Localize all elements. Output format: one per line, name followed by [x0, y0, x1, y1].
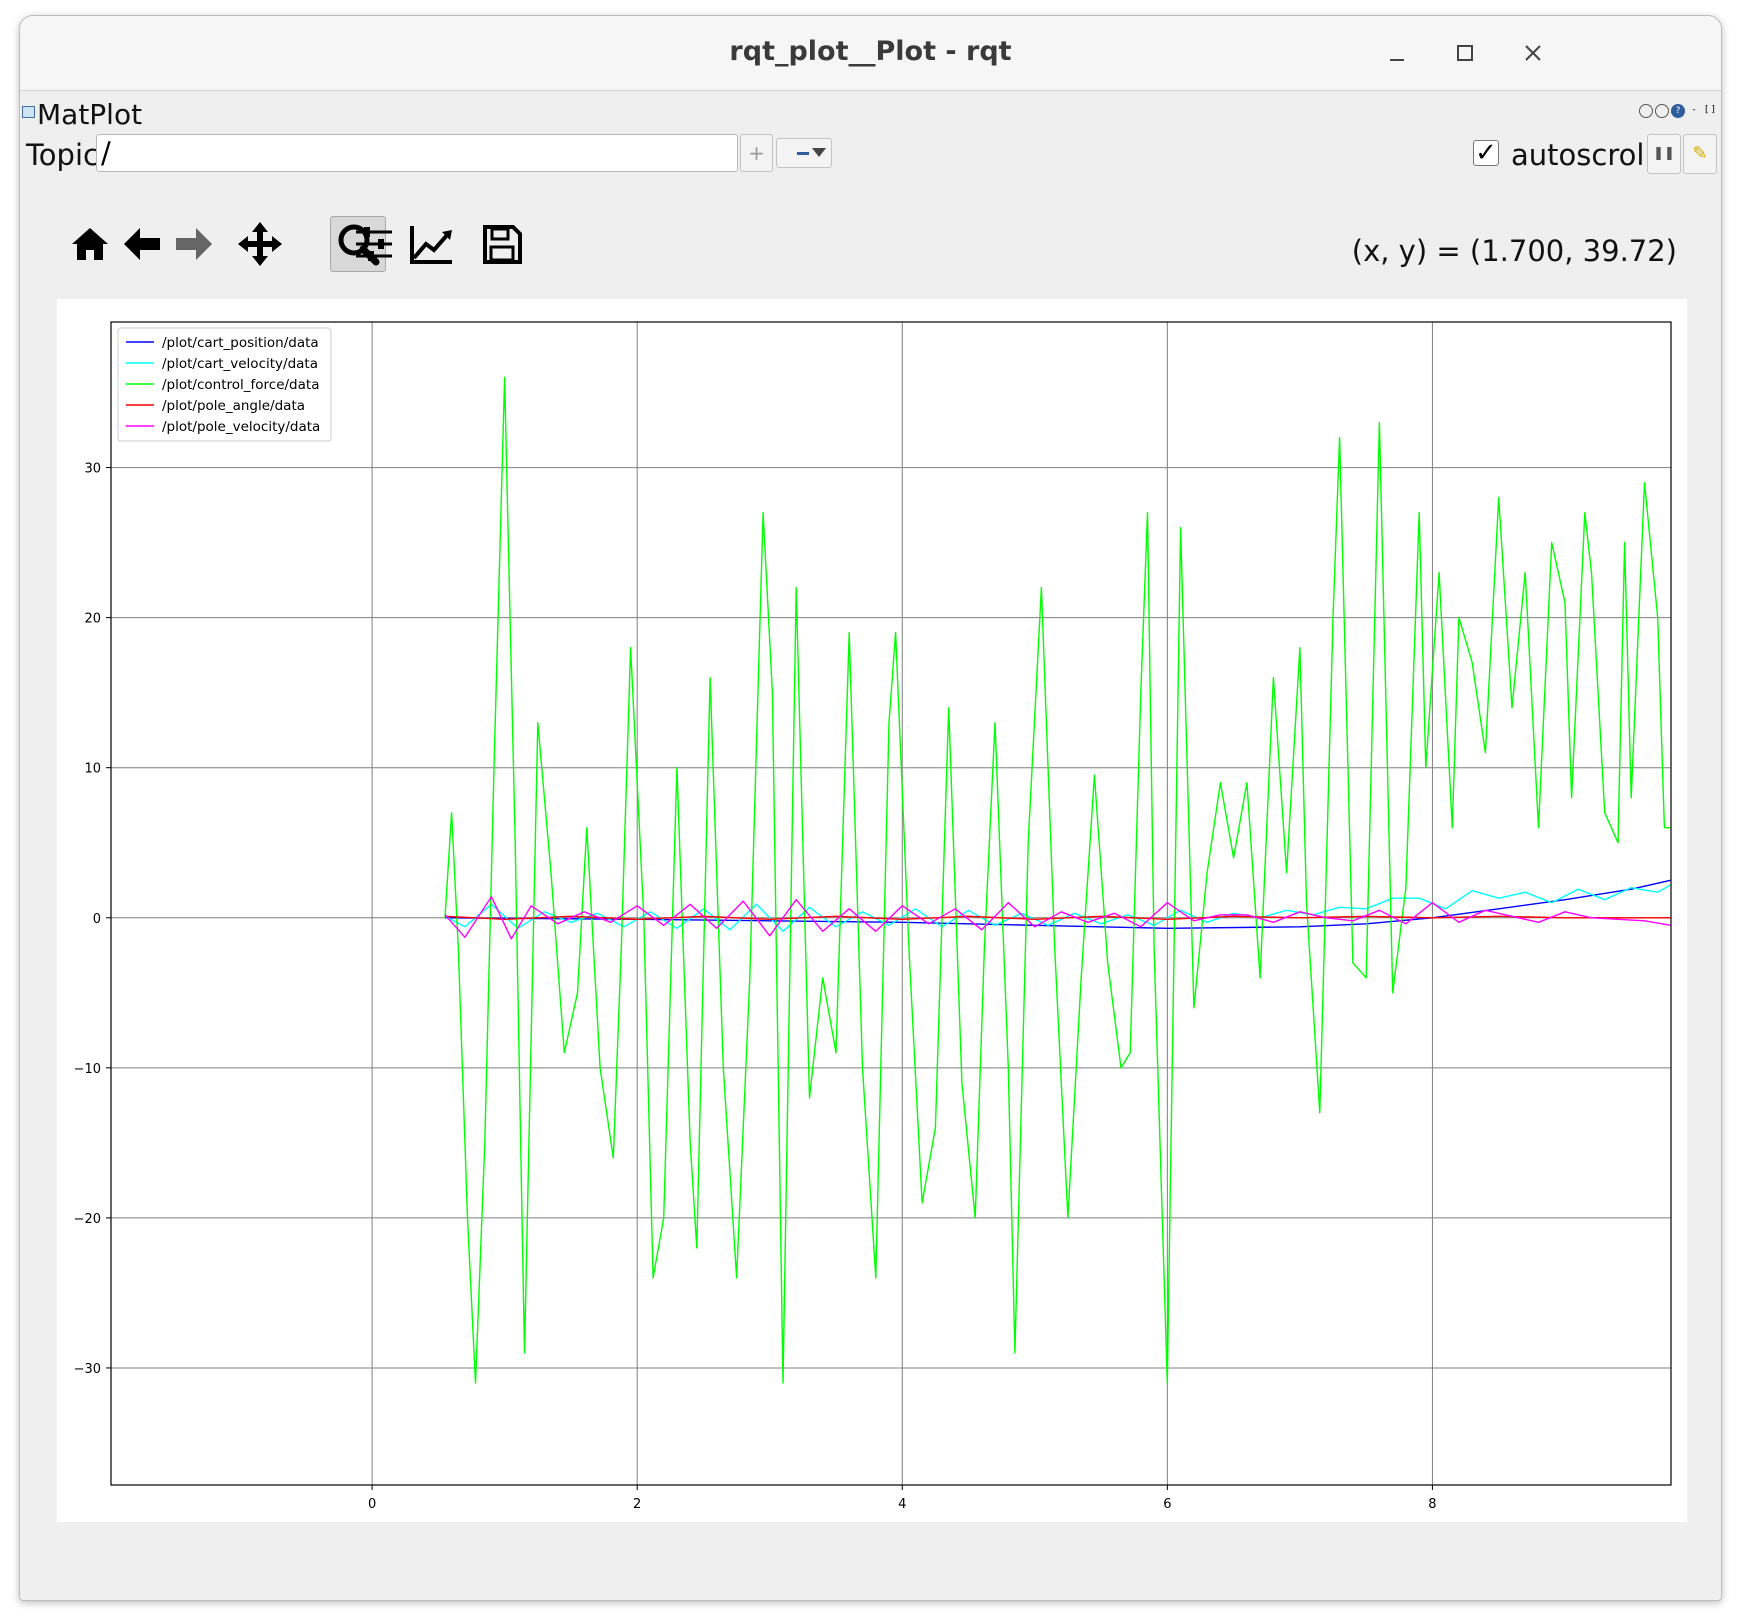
maximize-icon[interactable] — [1450, 38, 1480, 68]
rqt-window: rqt_plot__Plot - rqt MatPlot ? - [ ] Top… — [19, 15, 1722, 1601]
legend-label: /plot/pole_velocity/data — [162, 419, 320, 435]
y-tick-label: −20 — [74, 1212, 101, 1227]
y-tick-label: 0 — [93, 912, 101, 927]
pan-icon[interactable] — [232, 216, 288, 272]
legend-label: /plot/pole_angle/data — [162, 398, 305, 414]
home-icon[interactable] — [62, 216, 118, 272]
minimize-icon[interactable] — [1382, 38, 1412, 68]
forward-icon[interactable] — [166, 216, 222, 272]
x-tick-label: 0 — [368, 1497, 376, 1512]
x-tick-label: 2 — [633, 1497, 641, 1512]
gear-icon[interactable] — [1655, 104, 1669, 118]
autoscroll-label: autoscroll — [1511, 138, 1653, 172]
add-topic-button[interactable]: + — [740, 134, 773, 172]
x-tick-label: 8 — [1428, 1497, 1436, 1512]
pause-icon: ❚❚ — [1653, 146, 1675, 161]
dock-icon[interactable] — [1639, 104, 1653, 118]
x-tick-label: 4 — [898, 1497, 906, 1512]
plot-canvas[interactable]: 0 2 4 6 8 −30 −20 −10 0 10 20 30 /plot/cart_positio… — [57, 299, 1687, 1522]
broom-icon: ✎ — [1692, 143, 1708, 164]
save-icon[interactable] — [474, 216, 530, 272]
help-icon[interactable]: ? — [1671, 104, 1685, 118]
y-tick-label: −10 — [74, 1062, 101, 1077]
legend-label: /plot/control_force/data — [162, 377, 319, 393]
edit-axes-icon[interactable] — [404, 216, 460, 272]
remove-topic-dropdown[interactable] — [776, 138, 832, 168]
clear-button[interactable]: ✎ — [1683, 134, 1717, 174]
pause-button[interactable]: ❚❚ — [1647, 134, 1681, 174]
grid-layer — [111, 322, 1671, 1485]
series-line-1 — [444, 884, 1672, 932]
y-tick-label: 10 — [84, 762, 101, 777]
plugin-header: MatPlot ? - [ ] — [20, 96, 1721, 131]
tick-layer: 0 2 4 6 8 −30 −20 −10 0 10 20 30 — [74, 462, 1437, 1512]
series-layer — [444, 376, 1672, 1384]
axes-frame — [110, 321, 1672, 1486]
plus-icon: + — [748, 141, 765, 165]
undock-icon[interactable]: - — [1687, 104, 1701, 118]
topic-label: Topic — [26, 138, 99, 172]
line-chart[interactable]: 0 2 4 6 8 −30 −20 −10 0 10 20 30 /plot/cart_positio… — [57, 299, 1687, 1522]
close-icon[interactable] — [1518, 38, 1548, 68]
legend-label: /plot/cart_velocity/data — [162, 356, 318, 372]
legend-label: /plot/cart_position/data — [162, 335, 319, 351]
minus-icon — [797, 152, 809, 155]
series-line-2 — [444, 376, 1671, 1384]
plugin-controls: ? - [ ] — [1639, 104, 1717, 118]
legend: /plot/cart_position/data/plot/cart_veloc… — [117, 327, 332, 442]
x-tick-label: 6 — [1163, 1497, 1171, 1512]
back-icon[interactable] — [114, 216, 170, 272]
configure-subplots-icon[interactable] — [346, 216, 402, 272]
y-tick-label: −30 — [74, 1362, 101, 1377]
topic-input[interactable] — [96, 134, 738, 172]
chevron-down-icon — [812, 148, 826, 157]
topic-row: Topic + ✓ autoscroll ❚❚ ✎ — [20, 134, 1721, 180]
cursor-coordinates: (x, y) = (1.700, 39.72) — [1351, 234, 1677, 268]
y-tick-label: 20 — [84, 612, 101, 627]
close-plugin-icon[interactable]: [ ] — [1703, 104, 1717, 118]
title-bar[interactable]: rqt_plot__Plot - rqt — [20, 16, 1721, 91]
plugin-title: MatPlot — [37, 98, 143, 131]
plugin-icon — [22, 106, 35, 118]
y-tick-label: 30 — [84, 462, 101, 477]
autoscroll-checkbox[interactable]: ✓ — [1473, 140, 1499, 166]
